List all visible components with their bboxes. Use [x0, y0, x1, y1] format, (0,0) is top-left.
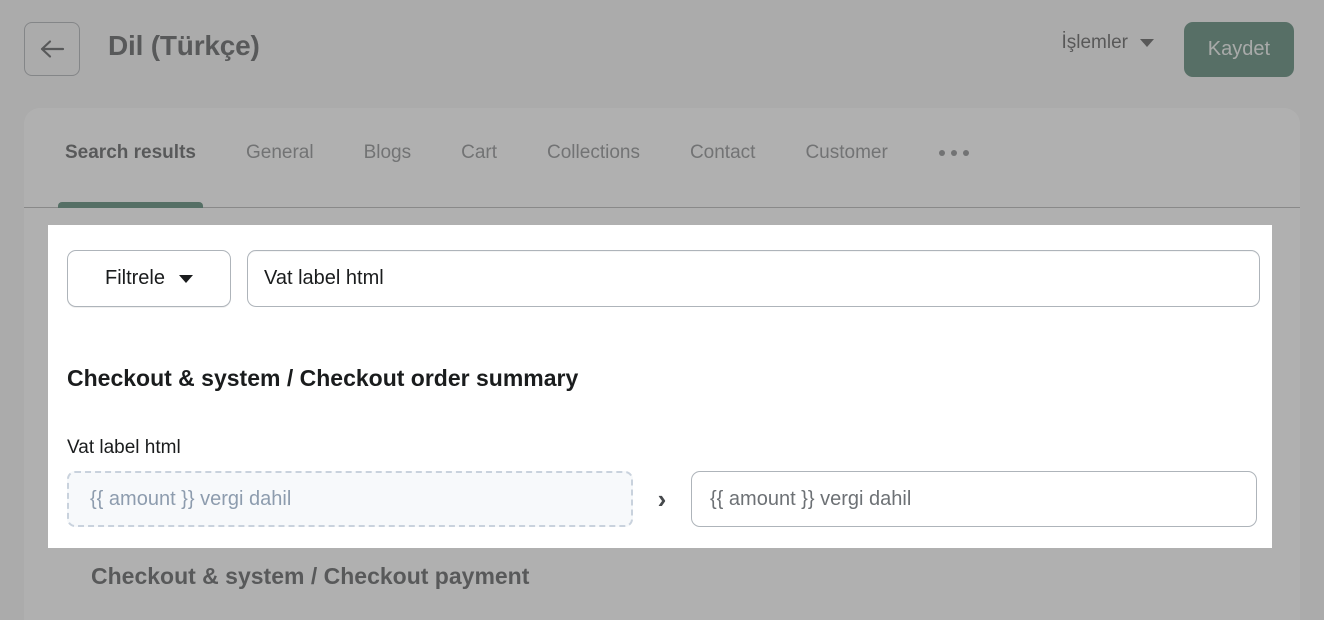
source-text: {{ amount }} vergi dahil: [90, 487, 292, 510]
highlighted-region: Filtrele Checkout & system / Checkout or…: [48, 225, 1272, 548]
tab-cart[interactable]: Cart: [436, 108, 522, 208]
search-toolbar: Filtrele: [67, 250, 1260, 307]
tab-search-results[interactable]: Search results: [40, 108, 221, 208]
tab-label: Search results: [65, 142, 196, 163]
save-button[interactable]: Kaydet: [1183, 22, 1294, 77]
tab-bar: Search results General Blogs Cart Collec…: [24, 108, 1300, 208]
tab-customer[interactable]: Customer: [780, 108, 912, 208]
page-title: Dil (Türkçe): [108, 30, 260, 61]
chevron-down-icon: [1140, 39, 1154, 47]
tab-label: Cart: [461, 142, 498, 163]
actions-menu-label: İşlemler: [1061, 32, 1128, 53]
back-button[interactable]: [24, 22, 80, 76]
arrow-left-icon: [39, 39, 65, 59]
tab-label: Blogs: [363, 142, 412, 163]
actions-menu-button[interactable]: İşlemler: [1061, 32, 1154, 54]
tab-collections[interactable]: Collections: [522, 108, 665, 208]
chevron-down-icon: [179, 274, 193, 283]
tab-label: Customer: [805, 142, 888, 163]
translation-row: {{ amount }} vergi dahil ›: [67, 471, 1257, 527]
tab-contact[interactable]: Contact: [665, 108, 780, 208]
tab-label: Contact: [689, 142, 756, 163]
source-text-field: {{ amount }} vergi dahil: [67, 471, 633, 527]
tab-label: Collections: [547, 142, 640, 163]
tab-general[interactable]: General: [221, 108, 339, 208]
ellipsis-icon: [938, 150, 969, 156]
field-label: Vat label html: [67, 437, 181, 458]
result-group-heading-1: Checkout & system / Checkout order summa…: [67, 365, 579, 391]
translation-input[interactable]: [691, 471, 1257, 527]
top-bar: Dil (Türkçe) İşlemler Kaydet: [0, 0, 1324, 98]
tab-blogs[interactable]: Blogs: [339, 108, 437, 208]
search-input[interactable]: [247, 250, 1260, 307]
app-root: Dil (Türkçe) İşlemler Kaydet Search resu…: [0, 0, 1324, 620]
tabs-more-button[interactable]: [913, 108, 989, 208]
chevron-right-icon: ›: [657, 483, 667, 514]
filter-button[interactable]: Filtrele: [67, 250, 231, 307]
tab-label: General: [245, 142, 314, 163]
result-group-heading-2: Checkout & system / Checkout payment: [91, 563, 530, 589]
filter-button-label: Filtrele: [104, 267, 165, 289]
